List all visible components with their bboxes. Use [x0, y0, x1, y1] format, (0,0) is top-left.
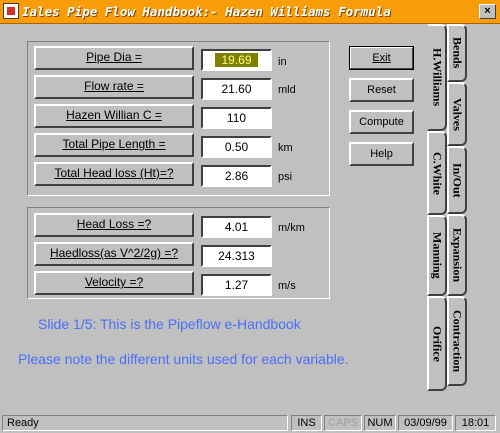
velocity-label[interactable]: Velocity =?	[34, 271, 194, 295]
hazen-c-field[interactable]: 110	[201, 107, 272, 129]
close-button[interactable]: ×	[479, 4, 496, 19]
exit-button[interactable]: Exit	[349, 46, 414, 70]
hazen-c-label[interactable]: Hazen Willian C =	[34, 104, 194, 128]
head-loss-total-unit: psi	[278, 171, 293, 183]
velocity-field[interactable]: 1.27	[201, 274, 272, 296]
flow-rate-field[interactable]: 21.60	[201, 78, 272, 100]
tab-orifice[interactable]: Orifice	[427, 296, 447, 391]
tab-expansion[interactable]: Expansion	[447, 214, 467, 296]
date-indicator: 03/09/99	[398, 415, 453, 431]
num-indicator: NUM	[364, 415, 396, 431]
velocity-head-label[interactable]: Haedloss(as V^2/2g) =?	[34, 242, 194, 266]
tab-in-out[interactable]: In/Out	[447, 146, 467, 214]
pipe-dia-label[interactable]: Pipe Dia =	[34, 46, 194, 70]
tab-h-williams[interactable]: H.Williams	[427, 24, 447, 131]
time-indicator: 18:01	[455, 415, 496, 431]
tab-manning[interactable]: Manning	[427, 215, 447, 296]
status-bar: Ready INS CAPS NUM 03/09/99 18:01	[0, 412, 500, 433]
main-window: Pipe Dia = 19.69 in Flow rate = 21.60 ml…	[0, 24, 500, 412]
head-loss-total-field[interactable]: 2.86	[201, 165, 272, 187]
flow-rate-label[interactable]: Flow rate =	[34, 75, 194, 99]
pipe-dia-unit: in	[278, 56, 287, 68]
reset-button[interactable]: Reset	[349, 78, 414, 102]
velocity-head-field[interactable]: 24.313	[201, 245, 272, 267]
window-title: Iales Pipe Flow Handbook:- Hazen William…	[22, 4, 391, 19]
tab-bends[interactable]: Bends	[447, 24, 467, 82]
help-button[interactable]: Help	[349, 142, 414, 166]
units-note: Please note the different units used for…	[18, 351, 349, 367]
tab-c-white[interactable]: C.White	[427, 131, 447, 215]
app-icon[interactable]	[3, 3, 19, 19]
head-loss-total-label[interactable]: Total Head loss (Ht)=?	[34, 162, 194, 186]
pipe-length-label[interactable]: Total Pipe Length =	[34, 133, 194, 157]
compute-button[interactable]: Compute	[349, 110, 414, 134]
status-text: Ready	[2, 415, 288, 431]
slide-message: Slide 1/5: This is the Pipeflow e-Handbo…	[38, 316, 301, 332]
head-loss-field[interactable]: 4.01	[201, 216, 272, 238]
pipe-length-unit: km	[278, 142, 293, 154]
caps-indicator: CAPS	[324, 415, 362, 431]
pipe-dia-field[interactable]: 19.69	[201, 49, 272, 71]
velocity-unit: m/s	[278, 280, 296, 292]
title-bar: Iales Pipe Flow Handbook:- Hazen William…	[0, 0, 500, 24]
tab-contraction[interactable]: Contraction	[447, 296, 467, 386]
head-loss-label[interactable]: Head Loss =?	[34, 213, 194, 237]
head-loss-unit: m/km	[278, 222, 305, 234]
tab-valves[interactable]: Valves	[447, 82, 467, 146]
ins-indicator: INS	[291, 415, 322, 431]
flow-rate-unit: mld	[278, 84, 296, 96]
pipe-length-field[interactable]: 0.50	[201, 136, 272, 158]
